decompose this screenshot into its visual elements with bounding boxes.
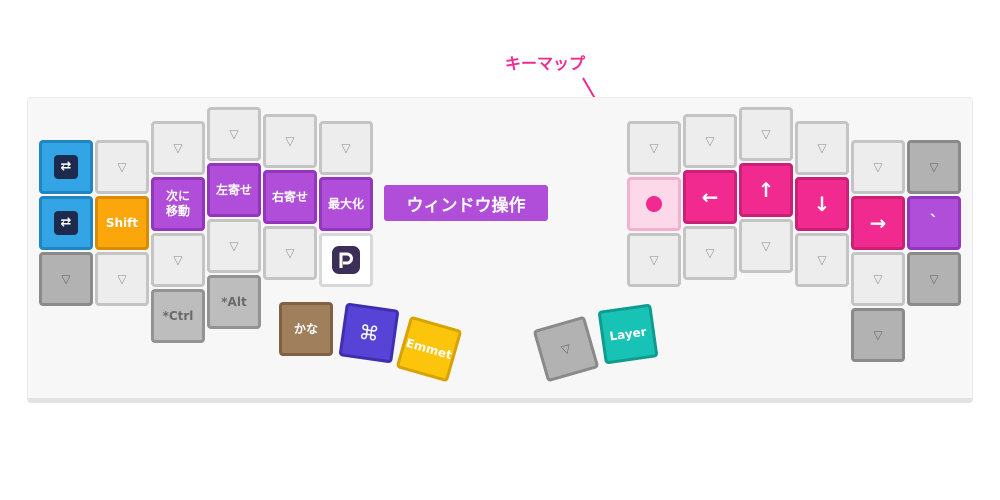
key-arrow-down[interactable]: ↓	[795, 177, 849, 231]
key-blank[interactable]: ▽	[627, 121, 681, 175]
key-blank[interactable]: ▽	[851, 252, 905, 306]
key-arrow-right[interactable]: →	[851, 196, 905, 250]
key-app-icon[interactable]	[319, 233, 373, 287]
key-blank[interactable]: ▽	[683, 226, 737, 280]
app-p-icon	[332, 246, 360, 274]
key-move-next[interactable]: 次に 移動	[151, 177, 205, 231]
key-blank[interactable]: ▽	[95, 140, 149, 194]
window-ops-label: ウィンドウ操作	[384, 185, 548, 221]
key-right-half[interactable]: 右寄せ	[263, 170, 317, 224]
key-blank[interactable]: ▽	[151, 233, 205, 287]
key-blank[interactable]: ▽	[907, 140, 961, 194]
callout-keymap: キーマップ	[505, 54, 586, 73]
key-app-switch-2[interactable]: ⇄	[39, 196, 93, 250]
key-blank[interactable]: ▽	[39, 252, 93, 306]
key-backtick[interactable]: `	[907, 196, 961, 250]
key-blank[interactable]: ▽	[795, 233, 849, 287]
key-cmd[interactable]: ⌘	[338, 302, 400, 364]
key-blank[interactable]: ▽	[739, 107, 793, 161]
key-blank[interactable]: ▽	[207, 219, 261, 273]
key-keymap-target[interactable]	[627, 177, 681, 231]
key-blank[interactable]: ▽	[627, 233, 681, 287]
key-app-switch-1[interactable]: ⇄	[39, 140, 93, 194]
key-blank[interactable]: ▽	[319, 121, 373, 175]
key-ctrl[interactable]: *Ctrl	[151, 289, 205, 343]
key-maximize[interactable]: 最大化	[319, 177, 373, 231]
key-blank[interactable]: ▽	[851, 140, 905, 194]
key-arrow-left[interactable]: ←	[683, 170, 737, 224]
key-arrow-up[interactable]: ↑	[739, 163, 793, 217]
key-blank[interactable]: ▽	[207, 107, 261, 161]
app-switch-icon: ⇄	[54, 155, 78, 179]
app-switch-icon: ⇄	[54, 211, 78, 235]
keymap-marker	[646, 196, 662, 212]
key-blank[interactable]: ▽	[907, 252, 961, 306]
key-blank[interactable]: ▽	[263, 114, 317, 168]
key-blank[interactable]: ▽	[795, 121, 849, 175]
key-layer[interactable]: Layer	[597, 303, 659, 365]
key-alt[interactable]: *Alt	[207, 275, 261, 329]
key-left-half[interactable]: 左寄せ	[207, 163, 261, 217]
key-shift[interactable]: Shift	[95, 196, 149, 250]
key-blank[interactable]: ▽	[683, 114, 737, 168]
key-blank[interactable]: ▽	[851, 308, 905, 362]
key-kana[interactable]: かな	[279, 302, 333, 356]
key-blank[interactable]: ▽	[151, 121, 205, 175]
key-blank[interactable]: ▽	[263, 226, 317, 280]
key-blank[interactable]: ▽	[739, 219, 793, 273]
key-blank[interactable]: ▽	[95, 252, 149, 306]
